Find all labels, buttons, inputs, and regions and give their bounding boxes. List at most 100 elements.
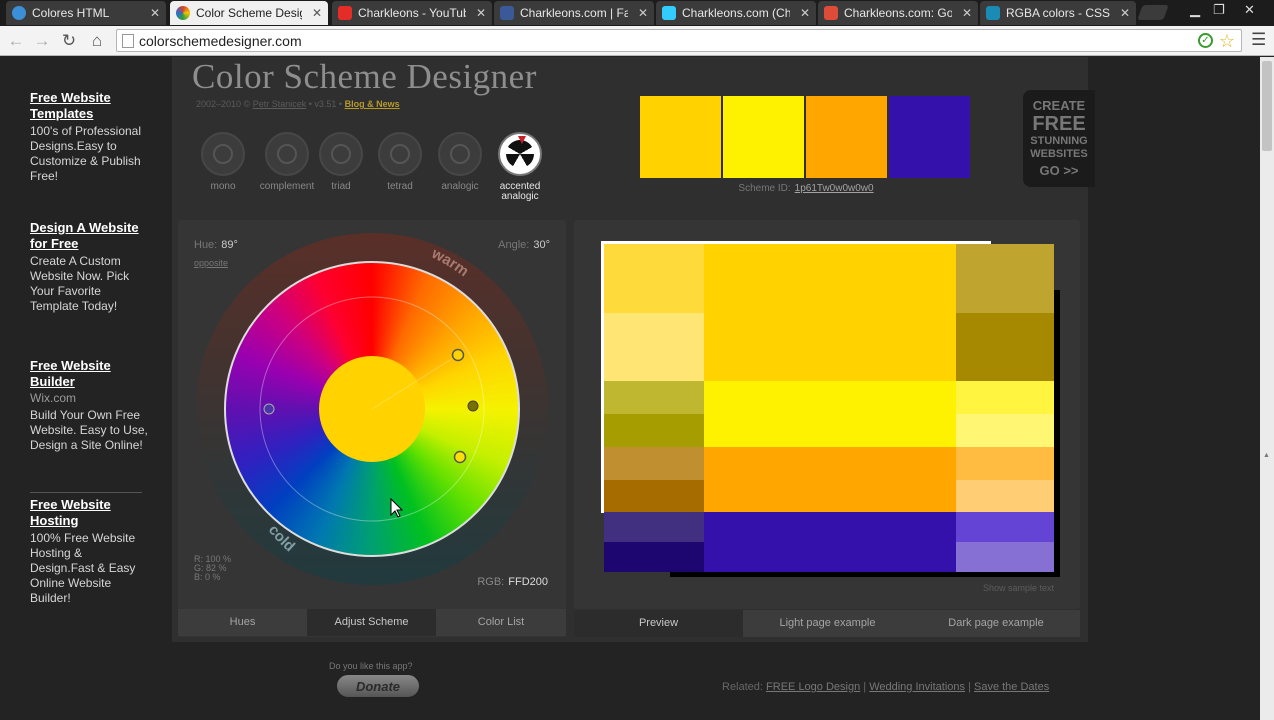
check-icon[interactable]: ✓	[1198, 33, 1213, 48]
back-icon[interactable]: ←	[5, 30, 27, 52]
tab-preview[interactable]: Preview	[574, 610, 743, 637]
forward-icon[interactable]: →	[31, 30, 53, 52]
promo-line: FREE	[1032, 113, 1086, 135]
mode-accented-analogic[interactable]: accented analogic	[480, 132, 560, 202]
browser-tab-rgba[interactable]: RGBA colors - CSS3 . Info ✕	[980, 1, 1136, 25]
ad-block[interactable]: Free Website Builder Wix.com Build Your …	[30, 358, 148, 453]
related-link-save-dates[interactable]: Save the Dates	[974, 681, 1049, 693]
ad-title[interactable]: Free Website Templates	[30, 90, 148, 122]
grid-cell-main[interactable]	[704, 447, 956, 512]
browser-tab-youtube[interactable]: Charkleons - YouTube ✕	[332, 1, 492, 25]
analogic-mode-icon	[438, 132, 482, 176]
page-viewport: Free Website Templates 100's of Professi…	[0, 57, 1260, 720]
minimize-icon[interactable]: ▁	[1190, 2, 1200, 18]
grid-cell-right[interactable]	[956, 244, 1054, 313]
tab-title: Charkleons.com (Charkleons)	[682, 6, 790, 20]
page-scrollbar[interactable]: ▲	[1260, 57, 1274, 720]
ad-desc: 100's of Professional Designs.Easy to Cu…	[30, 124, 142, 183]
reload-icon[interactable]: ↻	[58, 30, 80, 52]
close-icon[interactable]: ✕	[150, 1, 160, 25]
preview-swatch[interactable]	[806, 96, 887, 178]
close-icon[interactable]: ✕	[312, 1, 322, 25]
grid-cell-right[interactable]	[956, 381, 1054, 414]
browser-tab-color-scheme[interactable]: Color Scheme Designer ✕	[170, 1, 328, 25]
color-wheel-panel: Hue: 89° Angle: 30° opposite warm cold R…	[178, 220, 566, 637]
browser-tab-facebook[interactable]: Charkleons.com | Facebook ✕	[494, 1, 654, 25]
browser-tab-googleplus[interactable]: Charkleons.com: Google+ ✕	[818, 1, 978, 25]
scroll-arrow-icon[interactable]: ▲	[1263, 452, 1270, 459]
hue-handle[interactable]	[453, 450, 467, 464]
color-scheme-grid	[604, 244, 1054, 572]
rgb-percent-readout: R: 100 % G: 82 % B: 0 %	[194, 555, 231, 582]
ad-desc: Build Your Own Free Website. Easy to Use…	[30, 408, 148, 452]
complement-handle[interactable]	[263, 403, 275, 415]
grid-cell-main[interactable]	[704, 244, 956, 381]
new-tab-button[interactable]	[1137, 5, 1169, 20]
ad-title[interactable]: Design A Website for Free	[30, 220, 148, 252]
tab-dark-page[interactable]: Dark page example	[912, 610, 1080, 637]
grid-cell-left[interactable]	[604, 447, 704, 480]
browser-tab-colores-html[interactable]: Colores HTML ✕	[6, 1, 166, 25]
ad-link[interactable]: Wix.com	[30, 391, 148, 406]
address-bar[interactable]: colorschemedesigner.com ✓ ☆	[116, 29, 1242, 52]
grid-cell-left[interactable]	[604, 414, 704, 447]
browser-tab-twitter[interactable]: Charkleons.com (Charkleons) ✕	[656, 1, 816, 25]
ad-title[interactable]: Free Website Builder	[30, 358, 148, 390]
ad-title[interactable]: Free Website Hosting	[30, 497, 148, 529]
preview-swatch[interactable]	[640, 96, 721, 178]
close-icon[interactable]: ✕	[1120, 1, 1130, 25]
color-wheel[interactable]: warm cold	[178, 220, 566, 637]
close-icon[interactable]: ✕	[638, 1, 648, 25]
hue-handle-main[interactable]	[467, 400, 479, 412]
facebook-icon	[500, 6, 514, 20]
grid-cell-right[interactable]	[956, 414, 1054, 447]
home-icon[interactable]: ⌂	[86, 30, 108, 52]
grid-cell-left[interactable]	[604, 480, 704, 512]
preview-swatch[interactable]	[723, 96, 804, 178]
close-icon[interactable]: ✕	[962, 1, 972, 25]
close-icon[interactable]: ✕	[476, 1, 486, 25]
grid-cell-right[interactable]	[956, 512, 1054, 542]
ad-block[interactable]: Free Website Templates 100's of Professi…	[30, 90, 148, 184]
grid-cell-right[interactable]	[956, 313, 1054, 381]
colorwheel-favicon-icon	[176, 6, 190, 20]
restore-icon[interactable]: ❐	[1213, 2, 1225, 18]
tab-adjust-scheme[interactable]: Adjust Scheme	[307, 609, 436, 636]
ad-divider	[30, 492, 142, 493]
preview-swatch[interactable]	[889, 96, 970, 178]
right-tabs: Preview Light page example Dark page exa…	[574, 610, 1080, 637]
twitter-icon	[662, 6, 676, 20]
window-close-icon[interactable]: ✕	[1244, 2, 1255, 18]
grid-cell-right[interactable]	[956, 480, 1054, 512]
grid-cell-main[interactable]	[704, 512, 956, 572]
hue-handle[interactable]	[451, 348, 465, 362]
blog-link[interactable]: Blog & News	[345, 99, 400, 109]
donate-button[interactable]: Donate	[336, 674, 420, 698]
scheme-id-link[interactable]: 1p61Tw0w0w0w0	[795, 183, 874, 194]
promo-line: WEBSITES	[1030, 148, 1088, 160]
related-link-wedding[interactable]: Wedding Invitations	[869, 681, 965, 693]
grid-cell-left[interactable]	[604, 313, 704, 381]
grid-cell-left[interactable]	[604, 381, 704, 414]
separator: |	[968, 681, 971, 693]
author-link[interactable]: Petr Stanicek	[253, 99, 307, 109]
grid-cell-main[interactable]	[704, 381, 956, 447]
grid-cell-right[interactable]	[956, 542, 1054, 572]
promo-banner[interactable]: CREATE FREE STUNNING WEBSITES GO >>	[1023, 90, 1095, 187]
scrollbar-thumb[interactable]	[1262, 61, 1272, 151]
close-icon[interactable]: ✕	[800, 1, 810, 25]
ad-block[interactable]: Free Website Hosting 100% Free Website H…	[30, 497, 148, 606]
menu-icon[interactable]: ☰	[1251, 30, 1266, 50]
separator: |	[863, 681, 867, 693]
tab-light-page[interactable]: Light page example	[743, 610, 912, 637]
ad-block[interactable]: Design A Website for Free Create A Custo…	[30, 220, 148, 314]
tab-color-list[interactable]: Color List	[436, 609, 566, 636]
grid-cell-left[interactable]	[604, 512, 704, 542]
bookmark-star-icon[interactable]: ☆	[1219, 30, 1235, 52]
related-link-logo[interactable]: FREE Logo Design	[766, 681, 860, 693]
grid-cell-right[interactable]	[956, 447, 1054, 480]
show-sample-text-link[interactable]: Show sample text	[983, 583, 1054, 593]
tab-hues[interactable]: Hues	[178, 609, 307, 636]
grid-cell-left[interactable]	[604, 542, 704, 572]
grid-cell-left[interactable]	[604, 244, 704, 313]
